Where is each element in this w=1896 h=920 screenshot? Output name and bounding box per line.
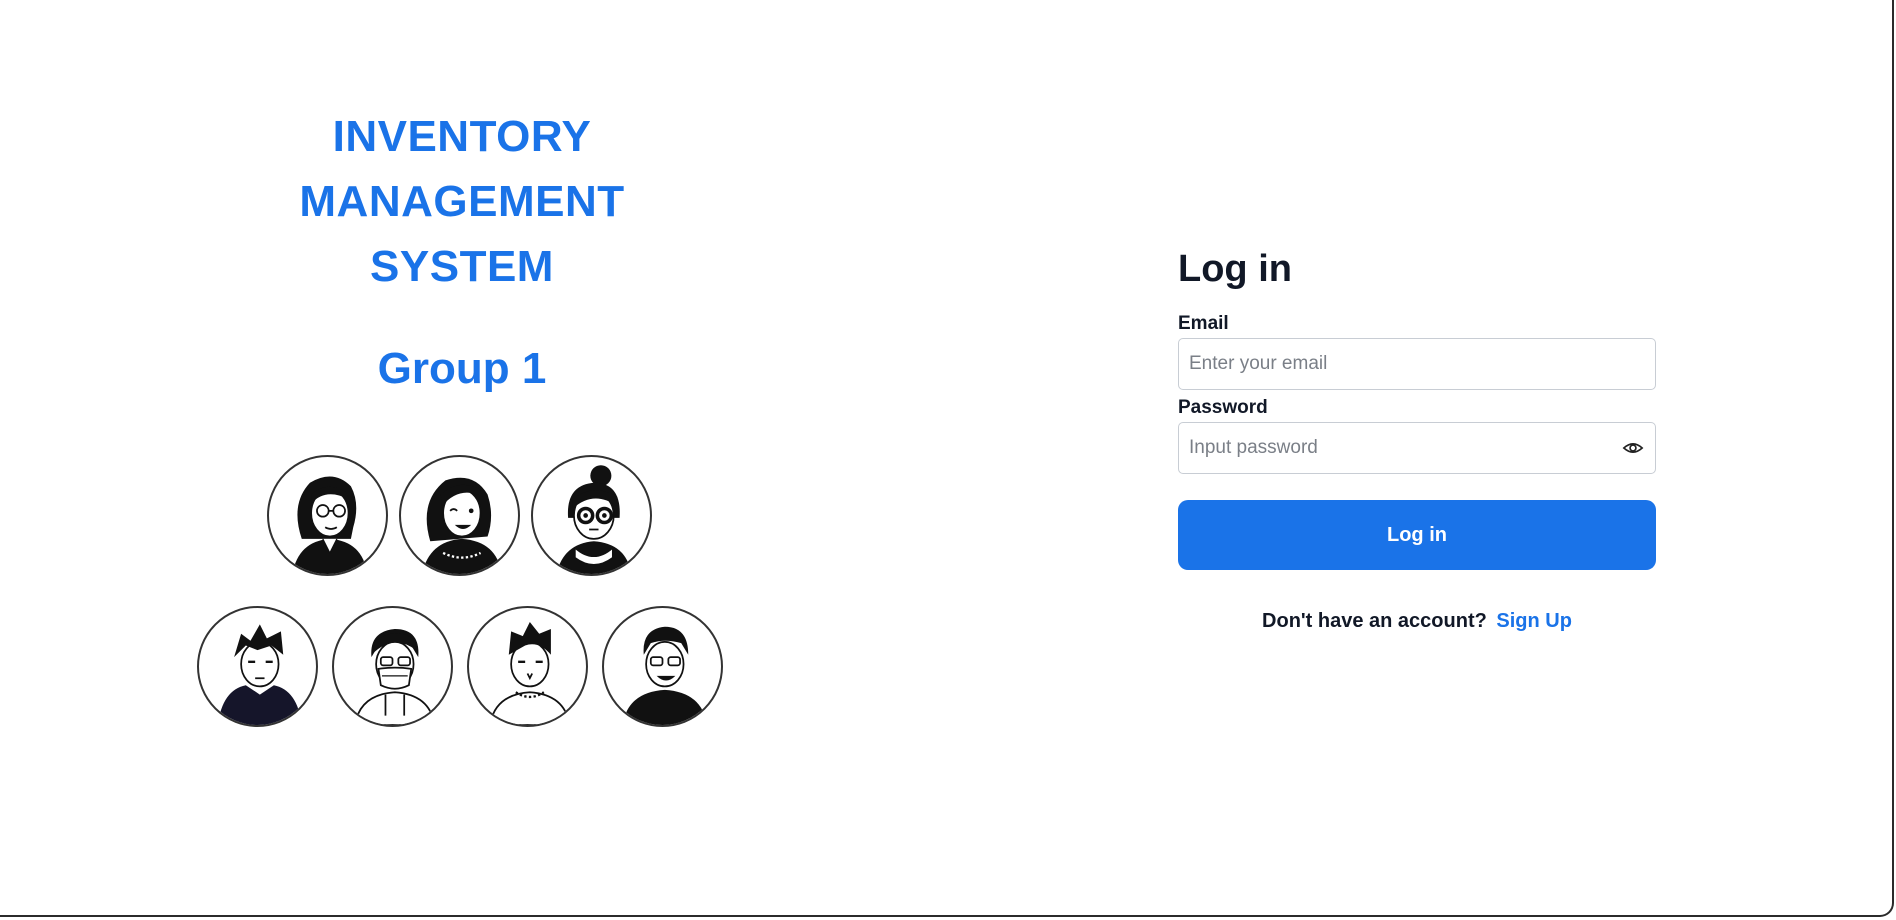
email-input[interactable] (1178, 338, 1656, 390)
avatar-woman-bun-glasses-icon (531, 455, 652, 576)
login-form: Log in Email Password Log in Don't have … (1178, 244, 1656, 633)
group-name: Group 1 (377, 344, 547, 393)
avatar-woman-long-hair-glasses-icon (267, 455, 388, 576)
login-heading: Log in (1178, 248, 1292, 290)
avatar-man-hoodie-icon (197, 606, 318, 727)
signup-row: Don't have an account? Sign Up (1178, 610, 1656, 633)
avatar-woman-smiling-icon (399, 455, 520, 576)
email-label: Email (1178, 313, 1229, 334)
login-button[interactable]: Log in (1178, 500, 1656, 570)
brand-title-line-2: MANAGEMENT (299, 177, 625, 226)
brand-title-line-1: INVENTORY (332, 112, 592, 161)
brand-title-line-3: SYSTEM (370, 242, 554, 291)
brand-panel: INVENTORY MANAGEMENT SYSTEM Group 1 (262, 104, 662, 399)
email-field-wrapper (1178, 338, 1656, 390)
signup-prompt: Don't have an account? (1262, 610, 1487, 632)
password-field-wrapper (1178, 422, 1656, 474)
avatar-man-sweater-icon (467, 606, 588, 727)
avatar-man-glasses-smiling-icon (602, 606, 723, 727)
app-window: INVENTORY MANAGEMENT SYSTEM Group 1 Log … (0, 0, 1894, 917)
password-label: Password (1178, 397, 1268, 418)
signup-link[interactable]: Sign Up (1496, 610, 1572, 632)
password-input[interactable] (1178, 422, 1656, 474)
eye-icon[interactable] (1622, 437, 1644, 459)
avatar-man-mask-glasses-icon (332, 606, 453, 727)
